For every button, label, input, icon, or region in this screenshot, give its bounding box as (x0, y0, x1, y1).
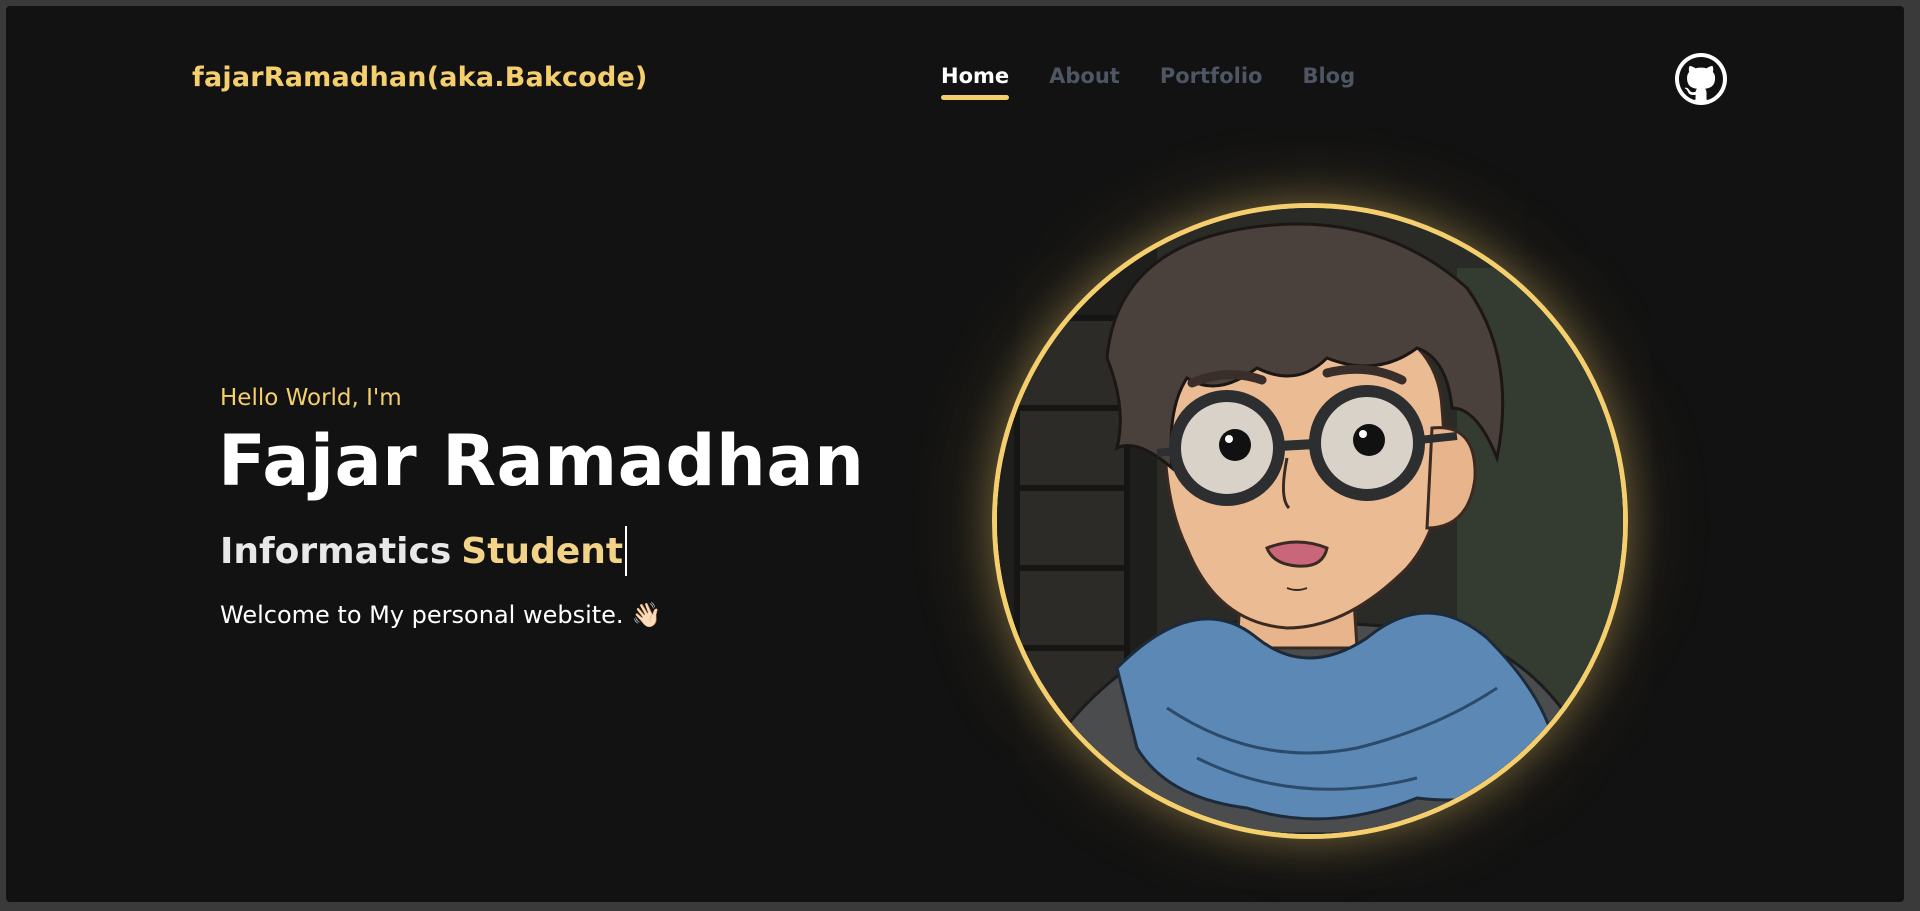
nav-blog-label: Blog (1302, 64, 1356, 88)
github-link[interactable] (1675, 53, 1727, 105)
hero-name: Fajar Ramadhan (218, 420, 865, 502)
avatar-illustration (997, 208, 1623, 834)
active-nav-indicator (941, 95, 1010, 100)
nav-portfolio-label: Portfolio (1159, 64, 1263, 88)
role-word-2: Student (461, 530, 624, 572)
waving-hand-icon: 👋🏻 (631, 601, 662, 629)
nav-home[interactable]: Home (941, 64, 1010, 100)
nav-about-label: About (1049, 64, 1120, 88)
welcome-text: Welcome to My personal website. 👋🏻 (220, 601, 661, 629)
github-icon (1679, 57, 1723, 100)
nav-blog[interactable]: Blog (1302, 64, 1355, 88)
page-frame: fajarRamadhan(aka.Bakcode) Home About Po… (6, 6, 1904, 902)
nav-portfolio[interactable]: Portfolio (1160, 64, 1263, 88)
nav-about[interactable]: About (1049, 64, 1120, 88)
nav-home-label: Home (941, 64, 1010, 88)
hero-role: Informatics Student (220, 526, 628, 576)
greeting-text: Hello World, I'm (220, 385, 402, 411)
profile-avatar (992, 203, 1628, 839)
welcome-message: Welcome to My personal website. (220, 601, 624, 629)
brand-logo-text[interactable]: fajarRamadhan(aka.Bakcode) (192, 62, 648, 93)
role-word-1: Informatics (220, 530, 452, 572)
typing-caret (625, 526, 628, 576)
main-nav: Home About Portfolio Blog (941, 64, 1395, 100)
